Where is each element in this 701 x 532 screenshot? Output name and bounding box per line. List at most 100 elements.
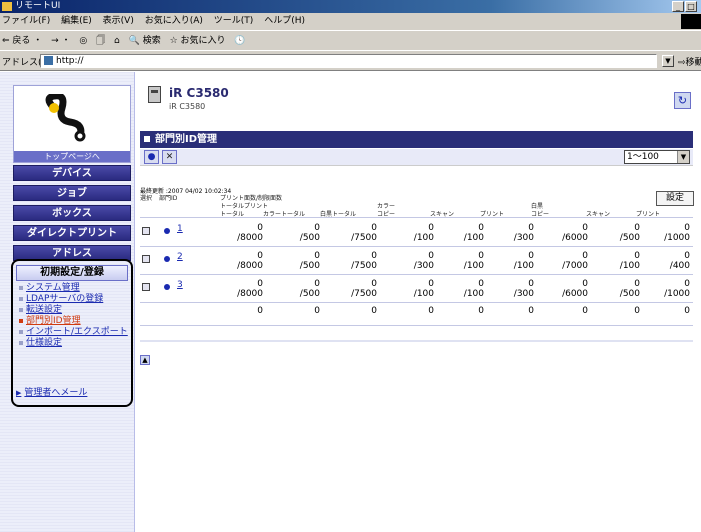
back-button[interactable]: ⇐ 戻る ・ — [2, 36, 42, 46]
count-cell: 0/6000 — [544, 279, 588, 299]
limit-count: /500 — [619, 233, 640, 243]
link-system-management[interactable]: システム管理 — [18, 284, 130, 293]
stop-button[interactable]: ◎ — [79, 36, 87, 46]
refresh-button[interactable]: 🗍 — [96, 36, 105, 46]
limit-count: /100 — [463, 289, 484, 299]
nav-job[interactable]: ジョブ — [13, 185, 131, 201]
limit-count: /1000 — [664, 289, 690, 299]
maximize-button[interactable]: □ — [685, 1, 697, 12]
count-cell: 0/7000 — [544, 251, 588, 271]
admin-mail-link[interactable]: 管理者へメール — [16, 385, 87, 398]
used-count: 0 — [634, 279, 640, 289]
used-count: 0 — [478, 279, 484, 289]
menu-file[interactable]: ファイル(F) — [2, 16, 50, 26]
panel-header: 部門別ID管理 設定 — [140, 131, 694, 206]
table-divider — [140, 274, 693, 275]
department-id-link[interactable]: 2 — [177, 252, 183, 262]
page-icon — [44, 56, 53, 65]
search-button[interactable]: 🔍 検索 — [129, 36, 161, 46]
row-checkbox[interactable] — [142, 255, 150, 263]
top-page-link[interactable]: トップページへ — [14, 151, 130, 162]
table-divider — [140, 246, 693, 247]
browser-toolbar: ⇐ 戻る ・ → ・ ◎ 🗍 ⌂ 🔍 検索 ☆ お気に入り 🕓 — [0, 30, 701, 50]
nav-setup-registration[interactable]: 初期設定/登録 — [16, 265, 128, 281]
limit-count: /6000 — [562, 233, 588, 243]
link-import-export[interactable]: インポート/エクスポート — [18, 328, 130, 337]
link-ldap-server[interactable]: LDAPサーバの登録 — [18, 295, 130, 304]
minimize-button[interactable]: _ — [672, 1, 684, 12]
department-bullet-icon — [164, 256, 170, 262]
limit-count: /7500 — [351, 233, 377, 243]
used-count: 0 — [257, 279, 263, 289]
refresh-icon[interactable]: ↻ — [674, 92, 691, 109]
count-cell: 0/8000 — [219, 279, 263, 299]
table-row: 1 0/8000 0/500 0/7500 0/100 0/100 0/300 0/6000… — [140, 221, 693, 245]
settings-button[interactable]: 設定 — [656, 191, 694, 206]
table-divider — [140, 325, 693, 326]
used-count: 0 — [428, 251, 434, 261]
count-cell: 0/8000 — [219, 251, 263, 271]
limit-count: /8000 — [237, 233, 263, 243]
limit-count: /100 — [619, 261, 640, 271]
menu-edit[interactable]: 編集(E) — [61, 16, 92, 26]
count-cell: 0/500 — [276, 223, 320, 243]
department-id-link[interactable]: 1 — [177, 224, 183, 234]
used-count: 0 — [314, 251, 320, 261]
go-button[interactable]: ⇨移動 — [678, 55, 701, 68]
limit-count: /1000 — [664, 233, 690, 243]
menu-tools[interactable]: ツール(T) — [214, 16, 254, 26]
range-select[interactable]: 1〜100 ▼ — [624, 150, 690, 164]
link-forwarding-settings[interactable]: 転送設定 — [18, 306, 130, 315]
row-checkbox[interactable] — [142, 227, 150, 235]
used-count: 0 — [428, 223, 434, 233]
address-dropdown-button[interactable]: ▼ — [662, 55, 674, 67]
page-top-icon[interactable]: ▲ — [140, 355, 150, 365]
count-cell: 0/100 — [390, 223, 434, 243]
total-cell: 0 — [257, 306, 263, 316]
table-divider — [140, 302, 693, 303]
last-updated: 最終更新 :2007 04/02 10:02:34 — [140, 188, 232, 195]
totals-row: 0 0 0 0 0 0 0 0 0 — [140, 306, 693, 318]
add-icon[interactable]: ● — [144, 150, 159, 164]
device-subname: iR C3580 — [169, 102, 206, 111]
link-department-id-management[interactable]: 部門別ID管理 — [18, 317, 130, 326]
menu-favorites[interactable]: お気に入り(A) — [145, 16, 203, 26]
window-title: リモートUI — [15, 1, 61, 11]
favorites-button[interactable]: ☆ お気に入り — [170, 36, 226, 46]
nav-box[interactable]: ボックス — [13, 205, 131, 221]
limit-count: /300 — [513, 289, 534, 299]
address-url: http:// — [56, 56, 84, 66]
count-cell: 0/100 — [440, 223, 484, 243]
history-button[interactable]: 🕓 — [234, 36, 245, 46]
count-cell: 0/8000 — [219, 223, 263, 243]
nav-direct-print[interactable]: ダイレクトプリント — [13, 225, 131, 241]
limit-count: /500 — [299, 233, 320, 243]
col-select: 選択 — [140, 195, 153, 202]
total-cell: 0 — [634, 306, 640, 316]
top-page-logo[interactable]: トップページへ — [13, 85, 131, 163]
delete-icon[interactable]: ✕ — [162, 150, 177, 164]
count-cell: 0/500 — [276, 279, 320, 299]
used-count: 0 — [634, 223, 640, 233]
forward-button[interactable]: → ・ — [51, 36, 70, 46]
link-specifications[interactable]: 仕様設定 — [18, 339, 130, 348]
used-count: 0 — [582, 279, 588, 289]
remote-ui-logo-icon — [45, 94, 86, 142]
col-dept-id: 部門ID — [159, 195, 178, 202]
address-input[interactable]: http:// — [40, 54, 657, 68]
home-button[interactable]: ⌂ — [114, 36, 120, 46]
count-cell: 0/300 — [490, 223, 534, 243]
limit-count: /100 — [413, 233, 434, 243]
department-bullet-icon — [164, 284, 170, 290]
used-count: 0 — [684, 279, 690, 289]
department-id-link[interactable]: 3 — [177, 280, 183, 290]
count-cell: 0/100 — [390, 279, 434, 299]
row-checkbox[interactable] — [142, 283, 150, 291]
nav-device[interactable]: デバイス — [13, 165, 131, 181]
used-count: 0 — [528, 223, 534, 233]
menu-view[interactable]: 表示(V) — [103, 16, 134, 26]
main-content: iR C3580 iR C3580 ↻ 部門別ID管理 設定 ● ✕ 1〜100… — [136, 72, 701, 532]
menu-help[interactable]: ヘルプ(H) — [264, 16, 305, 26]
device-name: iR C3580 — [169, 86, 229, 100]
count-cell: 0/500 — [596, 279, 640, 299]
